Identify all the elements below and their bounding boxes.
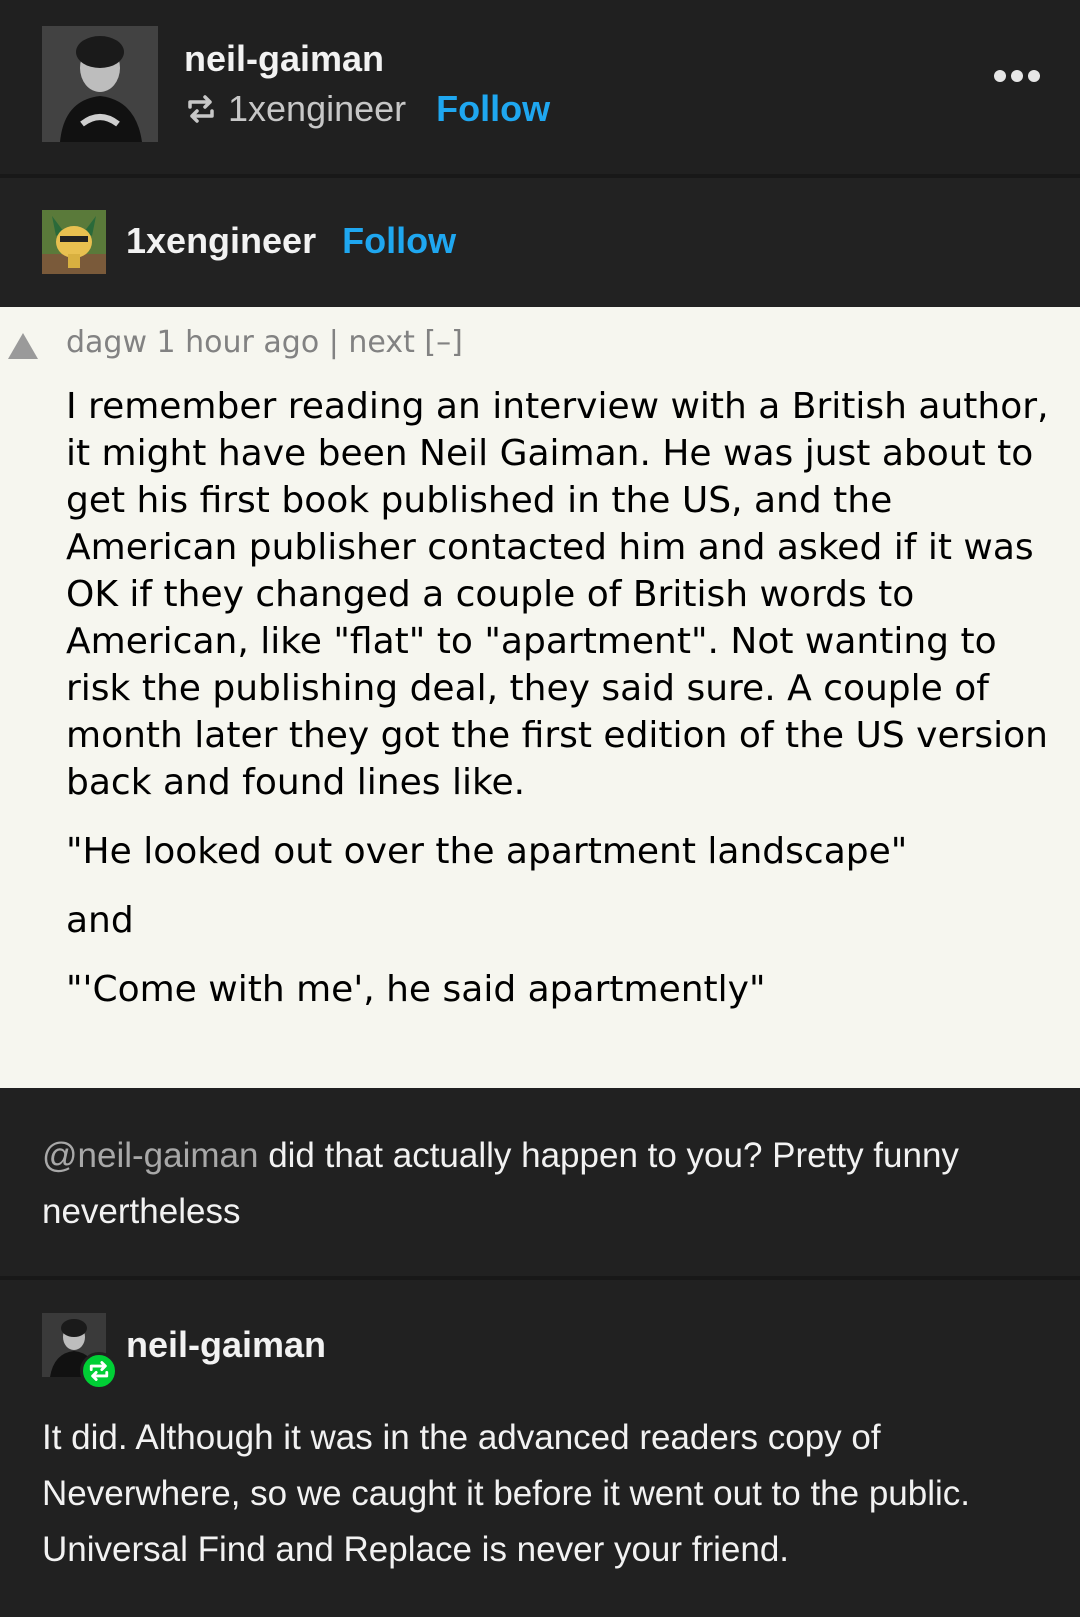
post-header: neil-gaiman 1xengineer Follow xyxy=(0,0,1080,174)
divider xyxy=(0,1276,1080,1280)
mention-link[interactable]: @neil-gaiman xyxy=(42,1136,258,1175)
more-options-icon[interactable] xyxy=(994,70,1040,82)
hn-paragraph: and xyxy=(66,900,134,941)
follow-button[interactable]: Follow xyxy=(436,88,550,130)
hn-paragraph: "He looked out over the apartment landsc… xyxy=(66,831,908,872)
neil-gaiman-avatar[interactable] xyxy=(42,26,158,142)
reblog-follow-button[interactable]: Follow xyxy=(342,220,456,262)
reblog-source-name[interactable]: 1xengineer xyxy=(228,88,406,130)
reblog-comment: @neil-gaiman did that actually happen to… xyxy=(42,1128,1042,1240)
reblog-icon xyxy=(188,95,214,123)
hn-comment-body: I remember reading an interview with a B… xyxy=(66,383,1056,1035)
reblog-badge-icon xyxy=(80,1352,118,1390)
reblog-title: 1xengineer Follow xyxy=(126,220,456,262)
hn-paragraph: I remember reading an interview with a B… xyxy=(66,386,1049,803)
reblog-source: 1xengineer Follow xyxy=(184,88,550,130)
blog-name[interactable]: neil-gaiman xyxy=(184,38,384,80)
upvote-arrow-icon xyxy=(8,333,38,359)
reply-text: It did. Although it was in the advanced … xyxy=(42,1418,971,1569)
hn-comment-screenshot: dagw 1 hour ago | next [–] I remember re… xyxy=(0,307,1080,1088)
reply-blog-name[interactable]: neil-gaiman xyxy=(126,1324,326,1366)
hn-paragraph: "'Come with me', he said apartmently" xyxy=(66,969,766,1010)
reblog-header: 1xengineer Follow xyxy=(0,178,1080,306)
1xengineer-avatar[interactable] xyxy=(42,210,106,274)
hn-comment-meta: dagw 1 hour ago | next [–] xyxy=(66,325,463,360)
reblog-blog-name[interactable]: 1xengineer xyxy=(126,220,316,262)
